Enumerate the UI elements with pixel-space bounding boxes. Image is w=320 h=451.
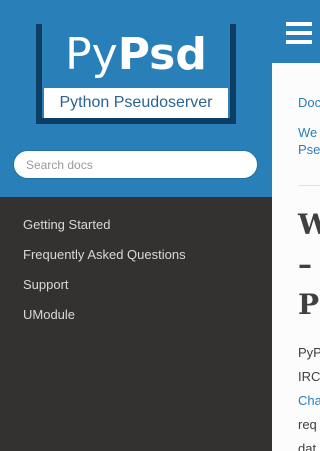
paragraph-line: dat (298, 441, 317, 451)
paragraph-line: req (298, 417, 317, 432)
main-content: Doc We Pse W – Ps PyP IRC Cha req dat (272, 63, 320, 451)
paragraph-line: PyP (298, 345, 320, 360)
divider (298, 185, 320, 186)
intro-paragraph: PyP IRC Cha req dat (298, 341, 320, 451)
logo-title: PyPsd (42, 28, 230, 82)
nav-item-support[interactable]: Support (23, 270, 186, 300)
page-title: W – Ps (298, 208, 320, 321)
search-input[interactable] (13, 150, 258, 179)
logo[interactable]: PyPsd Python Pseudoserver (36, 24, 236, 124)
top-bar (272, 0, 320, 63)
nav-item-faq[interactable]: Frequently Asked Questions (23, 240, 186, 270)
sidebar-nav: Getting Started Frequently Asked Questio… (23, 210, 186, 330)
breadcrumb-home[interactable]: Doc (298, 95, 320, 110)
nav-item-getting-started[interactable]: Getting Started (23, 210, 186, 240)
logo-title-light: Py (65, 29, 118, 80)
logo-inner: PyPsd Python Pseudoserver (42, 24, 230, 118)
logo-title-bold: Psd (117, 29, 207, 80)
sidebar-header: PyPsd Python Pseudoserver (0, 0, 272, 197)
logo-subtitle: Python Pseudoserver (44, 88, 228, 118)
hamburger-menu-icon[interactable] (286, 22, 312, 44)
breadcrumb-page[interactable]: We Pse (298, 124, 320, 158)
nav-item-umodule[interactable]: UModule (23, 300, 186, 330)
paragraph-line: IRC (298, 369, 320, 384)
sidebar: PyPsd Python Pseudoserver Getting Starte… (0, 0, 272, 451)
paragraph-link[interactable]: Cha (298, 389, 320, 413)
